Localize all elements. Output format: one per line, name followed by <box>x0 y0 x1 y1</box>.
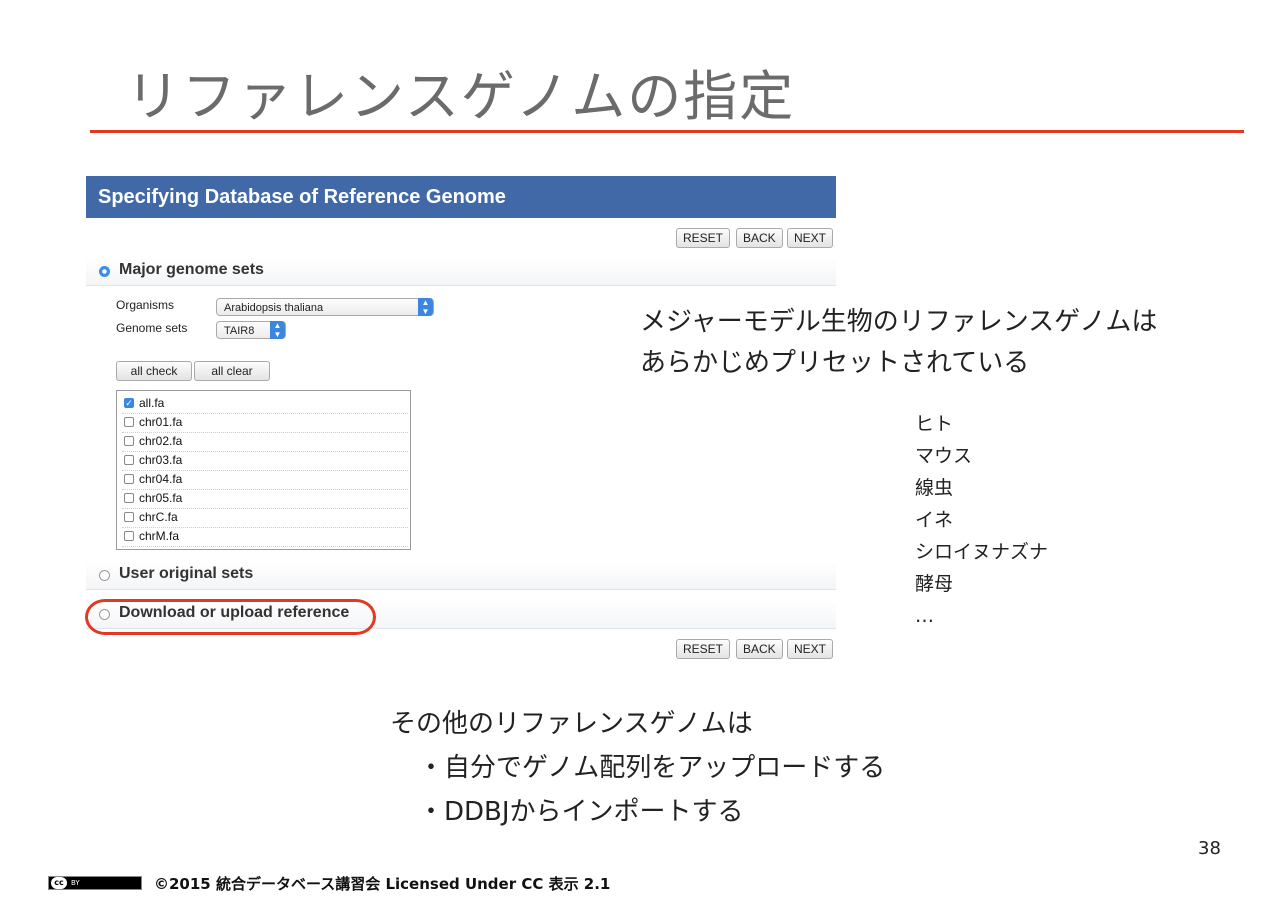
user-original-radio[interactable] <box>99 570 110 581</box>
checkbox[interactable] <box>124 493 134 503</box>
bottom-line-1: その他のリファレンスゲノムは <box>390 709 753 739</box>
reset-button-top[interactable]: RESET <box>676 228 731 248</box>
bottom-line-2: ・自分でゲノム配列をアップロードする <box>418 753 886 783</box>
organism-item: 線虫 <box>915 477 954 499</box>
file-row[interactable]: chr05.fa <box>122 489 408 509</box>
all-check-button[interactable]: all check <box>116 361 192 381</box>
section-user-original-sets[interactable]: User original sets <box>86 561 836 590</box>
file-name: chr04.fa <box>139 472 183 486</box>
organism-item: シロイヌナズナ <box>915 541 1049 563</box>
file-name: chr02.fa <box>139 434 183 448</box>
highlight-oval <box>85 599 376 635</box>
file-list: ✓ all.fa chr01.fa chr02.fa chr03.fa chr04… <box>116 390 411 550</box>
major-genome-label: Major genome sets <box>119 261 264 278</box>
organism-item: 酵母 <box>915 573 954 595</box>
checkbox[interactable] <box>124 512 134 522</box>
back-button-bottom[interactable]: BACK <box>736 639 783 659</box>
organism-list: ヒト マウス 線虫 イネ シロイヌナズナ 酵母 … <box>915 408 1048 632</box>
organisms-label: Organisms <box>116 298 175 312</box>
genome-selection-panel: Specifying Database of Reference Genome … <box>85 176 836 666</box>
file-row[interactable]: chr04.fa <box>122 470 408 490</box>
file-row[interactable]: ✓ all.fa <box>122 394 408 414</box>
organism-item: ヒト <box>915 413 954 435</box>
cc-by-label: BY <box>71 879 80 887</box>
file-row[interactable]: chr02.fa <box>122 432 408 452</box>
all-clear-button[interactable]: all clear <box>194 361 270 381</box>
file-name: chr01.fa <box>139 415 183 429</box>
organisms-select[interactable]: Arabidopsis thaliana ▲ ▼ <box>216 298 434 316</box>
select-chevron-icon: ▲ ▼ <box>270 321 285 339</box>
genome-sets-label: Genome sets <box>116 321 188 335</box>
checkbox[interactable] <box>124 417 134 427</box>
organism-item: … <box>915 605 934 627</box>
cc-license-badge-icon: cc BY <box>48 876 142 890</box>
reset-button-bottom[interactable]: RESET <box>676 639 731 659</box>
panel-header: Specifying Database of Reference Genome <box>86 176 836 218</box>
organism-item: イネ <box>915 509 954 531</box>
section-major-genome-sets[interactable]: Major genome sets <box>86 257 836 286</box>
genome-sets-select[interactable]: TAIR8 ▲ ▼ <box>216 321 286 339</box>
bottom-notes: その他のリファレンスゲノムは ・自分でゲノム配列をアップロードする ・DDBJか… <box>390 702 885 834</box>
file-row[interactable]: chrM.fa <box>122 527 408 547</box>
checkbox[interactable] <box>124 474 134 484</box>
slide-title: リファレンスゲノムの指定 <box>126 65 796 128</box>
file-name: chrM.fa <box>139 529 180 543</box>
title-rule <box>90 130 1244 133</box>
file-name: chrC.fa <box>139 510 178 524</box>
file-row[interactable]: chr01.fa <box>122 413 408 433</box>
checkbox-checked[interactable]: ✓ <box>124 398 134 408</box>
file-name: chr05.fa <box>139 491 183 505</box>
file-row[interactable]: chr03.fa <box>122 451 408 471</box>
next-button-bottom[interactable]: NEXT <box>787 639 834 659</box>
organism-item: マウス <box>915 445 973 467</box>
select-chevron-icon: ▲ ▼ <box>418 298 433 316</box>
checkbox[interactable] <box>124 455 134 465</box>
file-name: all.fa <box>139 396 165 410</box>
file-name: chr03.fa <box>139 453 183 467</box>
annotation-line-2: あらかじめプリセットされている <box>640 348 1030 378</box>
user-original-label: User original sets <box>119 565 254 582</box>
next-button-top[interactable]: NEXT <box>787 228 834 248</box>
back-button-top[interactable]: BACK <box>736 228 783 248</box>
organisms-select-value: Arabidopsis thaliana <box>224 302 324 314</box>
checkbox[interactable] <box>124 436 134 446</box>
bottom-line-3: ・DDBJからインポートする <box>418 797 744 827</box>
major-genome-radio[interactable] <box>99 266 110 277</box>
cc-logo: cc <box>51 877 67 889</box>
annotation-line-1: メジャーモデル生物のリファレンスゲノムは <box>640 307 1158 337</box>
page-number: 38 <box>1198 838 1221 859</box>
footer-copyright: ©2015 統合データベース講習会 Licensed Under CC 表示 2… <box>154 875 611 893</box>
checkbox[interactable] <box>124 531 134 541</box>
file-row[interactable]: chrC.fa <box>122 508 408 528</box>
genome-sets-select-value: TAIR8 <box>224 325 255 337</box>
